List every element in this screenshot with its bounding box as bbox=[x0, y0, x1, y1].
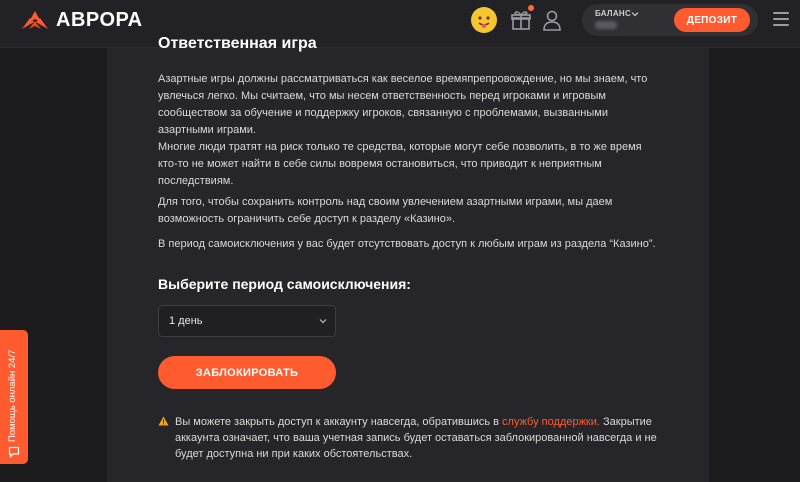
chevron-down-icon bbox=[319, 319, 327, 324]
page-title: Ответственная игра bbox=[158, 35, 317, 52]
chevron-down-icon bbox=[631, 12, 639, 17]
top-header: АВРОРА БАЛАНС ДЕПОЗИТ bbox=[0, 0, 800, 48]
gift-icon[interactable] bbox=[510, 9, 532, 31]
emoji-face-graphic bbox=[472, 8, 496, 32]
period-select-value: 1 день bbox=[169, 315, 203, 327]
chat-icon bbox=[8, 446, 20, 458]
online-help-label: Помощь онлайн 24/7 bbox=[7, 349, 18, 442]
balance-label: БАЛАНС bbox=[595, 9, 632, 18]
paragraph-control: Для того, чтобы сохранить контроль над с… bbox=[158, 196, 613, 225]
period-heading: Выберите период самоисключения: bbox=[158, 276, 411, 292]
paragraph-intro: Азартные игры должны рассматриваться как… bbox=[158, 73, 648, 136]
brand-logo[interactable]: АВРОРА bbox=[20, 9, 143, 31]
period-select[interactable]: 1 день bbox=[158, 305, 336, 337]
deposit-button[interactable]: ДЕПОЗИТ bbox=[674, 8, 750, 32]
permanent-close-warning: Вы можете закрыть доступ к аккаунту навс… bbox=[175, 414, 665, 462]
warning-text-start: Вы можете закрыть доступ к аккаунту навс… bbox=[175, 416, 503, 428]
support-link[interactable]: службу поддержки. bbox=[502, 416, 600, 428]
block-button[interactable]: ЗАБЛОКИРОВАТЬ bbox=[158, 356, 336, 389]
user-icon[interactable] bbox=[542, 9, 562, 31]
balance-widget[interactable]: БАЛАНС ДЕПОЗИТ bbox=[582, 4, 758, 36]
menu-line bbox=[773, 18, 789, 20]
balance-value-hidden bbox=[595, 21, 617, 29]
warning-icon bbox=[158, 416, 169, 426]
menu-icon[interactable] bbox=[773, 12, 789, 26]
notification-dot bbox=[528, 5, 534, 11]
menu-line bbox=[773, 12, 789, 14]
paragraph-risk: Многие люди тратят на риск только те сре… bbox=[158, 141, 642, 187]
menu-line bbox=[773, 24, 789, 26]
aurora-logo-icon bbox=[22, 11, 48, 29]
responsible-gaming-card: Ответственная игра Азартные игры должны … bbox=[107, 35, 709, 482]
brand-name: АВРОРА bbox=[56, 9, 143, 31]
paragraph-exclusion: В период самоисключения у вас будет отсу… bbox=[158, 238, 656, 250]
emoji-face-icon[interactable] bbox=[471, 7, 497, 33]
online-help-tab[interactable]: Помощь онлайн 24/7 bbox=[0, 330, 28, 464]
